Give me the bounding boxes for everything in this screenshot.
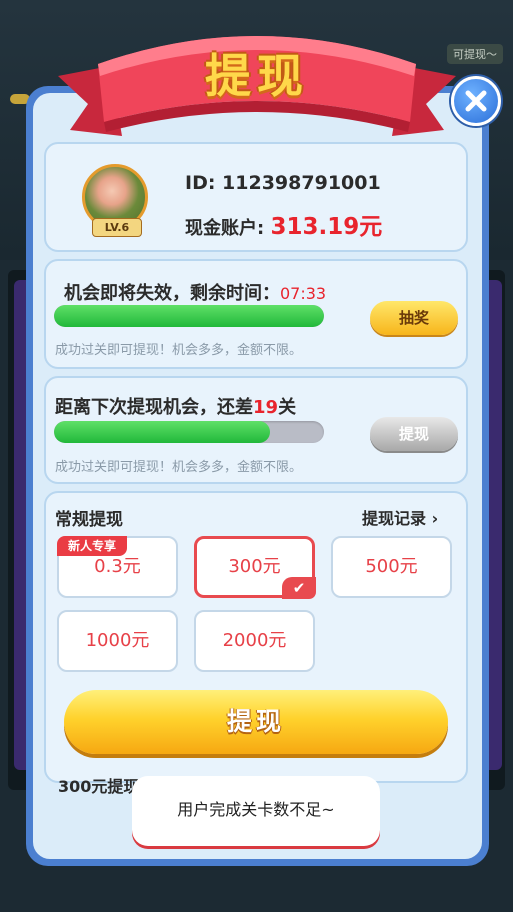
withdraw-progress-bar (54, 421, 324, 443)
close-button[interactable] (451, 76, 501, 126)
amount-option[interactable]: 1000元 (57, 610, 178, 672)
lottery-title-text: 机会即将失效，剩余时间： (64, 283, 280, 304)
next-withdraw-prefix: 距离下次提现机会，还差 (55, 397, 253, 418)
withdraw-records-link[interactable]: 提现记录 › (362, 505, 438, 529)
withdraw-records-label: 提现记录 (362, 509, 427, 528)
chevron-right-icon: › (426, 509, 439, 528)
lottery-progress-bar (54, 305, 324, 327)
user-id: ID: 112398791001 (185, 172, 381, 194)
next-withdraw-title: 距离下次提现机会，还差19关 (55, 393, 296, 419)
cash-account-value: 313.19元 (270, 214, 383, 240)
lottery-title: 机会即将失效，剩余时间：07:33 (64, 279, 326, 305)
toast-message: 用户完成关卡数不足~ (132, 776, 380, 846)
withdraw-button[interactable]: 提现 (64, 690, 448, 754)
checkmark-icon: ✔ (282, 577, 316, 599)
amount-option[interactable]: 500元 (331, 536, 452, 598)
dialog-title: 提现 (205, 49, 309, 103)
next-withdraw-button[interactable]: 提现 (370, 417, 458, 451)
lottery-hint: 成功过关即可提现！机会多多，金额不限。 (55, 343, 303, 358)
lottery-button[interactable]: 抽奖 (370, 301, 458, 335)
close-x-icon (465, 90, 487, 112)
levels-left: 19 (253, 397, 279, 418)
next-withdraw-suffix: 关 (278, 397, 297, 418)
level-badge: LV.6 (92, 218, 142, 237)
countdown-timer: 07:33 (280, 284, 327, 303)
lottery-progress-fill (54, 305, 324, 327)
cash-account-label: 现金账户: (185, 218, 271, 239)
withdraw-progress-fill (54, 421, 270, 443)
next-withdraw-hint: 成功过关即可提现！机会多多，金额不限。 (55, 460, 303, 475)
title-ribbon: 提现 (58, 18, 456, 136)
regular-withdraw-title: 常规提现 (55, 510, 123, 530)
cash-account: 现金账户: 313.19元 (185, 207, 382, 241)
partially-hidden-text: 300元提现 (58, 777, 140, 796)
new-user-tag: 新人专享 (57, 536, 127, 556)
amount-option[interactable]: 2000元 (194, 610, 315, 672)
